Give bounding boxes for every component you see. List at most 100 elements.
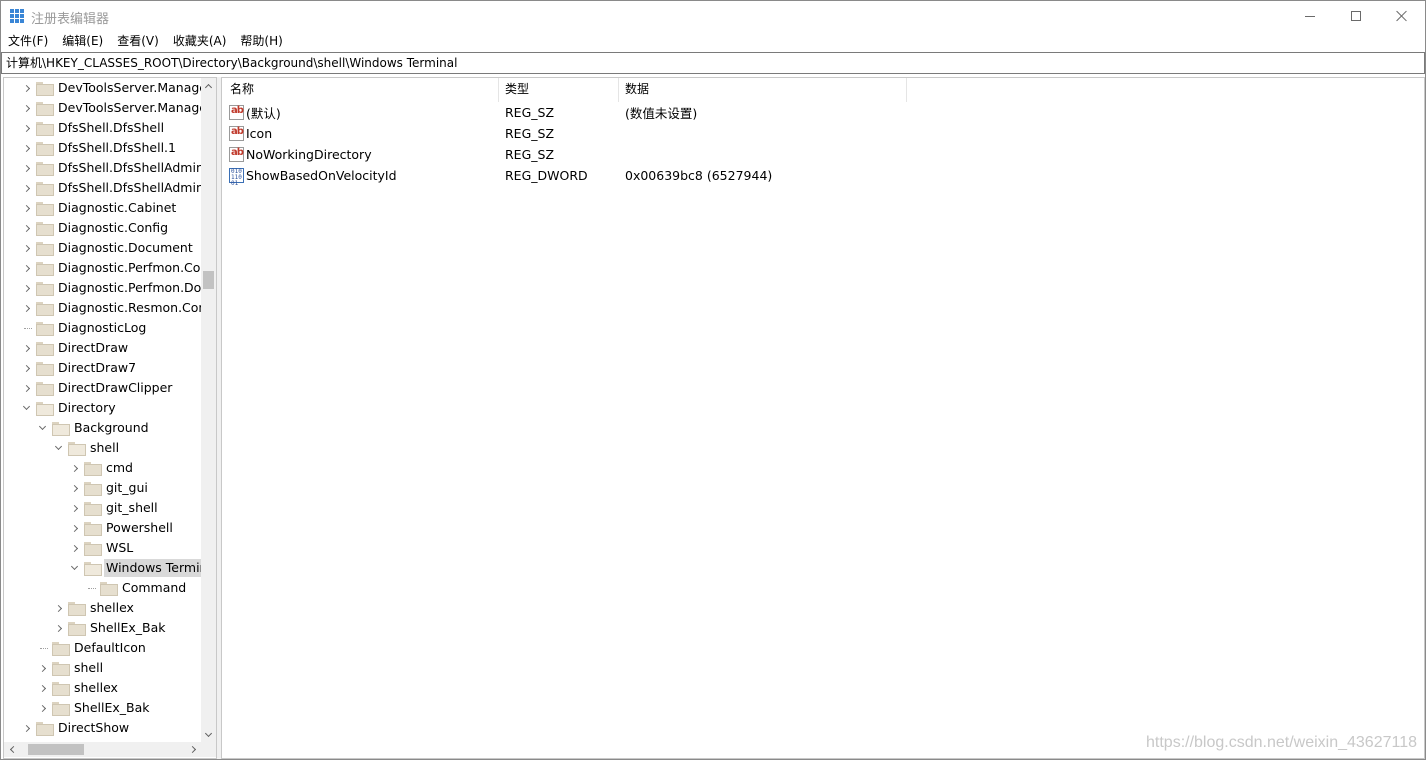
folder-icon — [36, 182, 54, 196]
collapse-arrow-icon[interactable] — [36, 418, 48, 438]
expand-arrow-icon[interactable] — [68, 538, 80, 558]
folder-icon — [52, 662, 70, 676]
tree-item-dfsshell-dfsshelladmin[interactable]: DfsShell.DfsShellAdmin — [4, 158, 201, 178]
tree-item-wsl[interactable]: WSL — [4, 538, 201, 558]
menu-edit[interactable]: 编辑(E) — [55, 31, 110, 51]
folder-icon — [84, 462, 102, 476]
tree-item-directdraw7[interactable]: DirectDraw7 — [4, 358, 201, 378]
expand-arrow-icon[interactable] — [20, 158, 32, 178]
tree-item-git-shell[interactable]: git_shell — [4, 498, 201, 518]
tree-item-directshow[interactable]: DirectShow — [4, 718, 201, 738]
column-header-type[interactable]: 类型 — [499, 78, 619, 102]
expand-arrow-icon[interactable] — [20, 378, 32, 398]
minimize-button[interactable] — [1287, 1, 1333, 31]
expand-arrow-icon[interactable] — [20, 78, 32, 98]
expand-arrow-icon[interactable] — [20, 138, 32, 158]
column-header-data[interactable]: 数据 — [619, 78, 907, 102]
tree-item-shellex[interactable]: shellex — [4, 678, 201, 698]
tree-item-devtoolsserver-managei[interactable]: DevToolsServer.ManageI — [4, 98, 201, 118]
value-name-cell: 010 110 01 ShowBasedOnVelocityId — [222, 168, 499, 187]
tree-item-dfsshell-dfsshell-1[interactable]: DfsShell.DfsShell.1 — [4, 138, 201, 158]
tree-item-diagnostic-perfmon-confi[interactable]: Diagnostic.Perfmon.Confi — [4, 258, 201, 278]
tree-item-shellex-bak[interactable]: ShellEx_Bak — [4, 618, 201, 638]
expand-arrow-icon[interactable] — [20, 358, 32, 378]
tree-item-diagnostic-perfmon-docu[interactable]: Diagnostic.Perfmon.Docu — [4, 278, 201, 298]
tree-item-devtoolsserver-managei[interactable]: DevToolsServer.ManageI — [4, 78, 201, 98]
tree-item-command[interactable]: Command — [4, 578, 201, 598]
tree-item-directdraw[interactable]: DirectDraw — [4, 338, 201, 358]
maximize-button[interactable] — [1333, 1, 1379, 31]
tree-item-windows-terminal[interactable]: Windows Terminal — [4, 558, 201, 578]
expand-arrow-icon[interactable] — [36, 698, 48, 718]
expand-arrow-icon[interactable] — [20, 718, 32, 738]
tree-item-shellex[interactable]: shellex — [4, 598, 201, 618]
values-list-pane[interactable]: 名称 类型 数据 ab (默认) REG_SZ (数值未设置) ab Icon … — [221, 77, 1425, 759]
expand-arrow-icon[interactable] — [52, 618, 64, 638]
key-tree-pane[interactable]: DevToolsServer.ManageI DevToolsServer.Man… — [3, 77, 217, 759]
collapse-arrow-icon[interactable] — [52, 438, 64, 458]
expand-arrow-icon[interactable] — [20, 258, 32, 278]
value-row[interactable]: ab Icon REG_SZ — [222, 123, 1422, 144]
collapse-arrow-icon[interactable] — [20, 398, 32, 418]
tree-item-directory[interactable]: Directory — [4, 398, 201, 418]
expand-arrow-icon[interactable] — [20, 178, 32, 198]
expand-arrow-icon[interactable] — [20, 278, 32, 298]
expand-arrow-icon[interactable] — [20, 238, 32, 258]
tree-vertical-scrollbar[interactable] — [201, 78, 216, 742]
scroll-down-button[interactable] — [201, 727, 216, 742]
tree-item-powershell[interactable]: Powershell — [4, 518, 201, 538]
expand-arrow-icon[interactable] — [20, 218, 32, 238]
tree-item-dfsshell-dfsshell[interactable]: DfsShell.DfsShell — [4, 118, 201, 138]
tree-item-dfsshell-dfsshelladmin-1[interactable]: DfsShell.DfsShellAdmin.1 — [4, 178, 201, 198]
folder-icon — [36, 162, 54, 176]
tree-item-diagnosticlog[interactable]: DiagnosticLog — [4, 318, 201, 338]
expand-arrow-icon[interactable] — [20, 298, 32, 318]
tree-item-label: cmd — [106, 460, 133, 475]
expand-arrow-icon[interactable] — [20, 198, 32, 218]
tree-horizontal-scrollbar[interactable] — [4, 742, 201, 757]
scroll-up-button[interactable] — [201, 78, 216, 93]
tree-item-diagnostic-resmon-confi[interactable]: Diagnostic.Resmon.Confi — [4, 298, 201, 318]
tree-item-cmd[interactable]: cmd — [4, 458, 201, 478]
key-tree[interactable]: DevToolsServer.ManageI DevToolsServer.Man… — [4, 78, 201, 742]
menu-favorites[interactable]: 收藏夹(A) — [166, 31, 234, 51]
value-row[interactable]: 010 110 01 ShowBasedOnVelocityId REG_DWORD… — [222, 165, 1422, 187]
tree-vertical-scroll-thumb[interactable] — [203, 271, 214, 289]
expand-arrow-icon[interactable] — [20, 338, 32, 358]
expand-arrow-icon[interactable] — [20, 98, 32, 118]
value-row[interactable]: ab (默认) REG_SZ (数值未设置) — [222, 102, 1422, 123]
scroll-left-button[interactable] — [4, 742, 19, 757]
tree-item-diagnostic-config[interactable]: Diagnostic.Config — [4, 218, 201, 238]
tree-item-shellex-bak[interactable]: ShellEx_Bak — [4, 698, 201, 718]
tree-item-label: DirectDrawClipper — [58, 380, 173, 395]
expand-arrow-icon[interactable] — [68, 458, 80, 478]
expand-arrow-icon[interactable] — [36, 658, 48, 678]
tree-item-git-gui[interactable]: git_gui — [4, 478, 201, 498]
expand-arrow-icon[interactable] — [20, 118, 32, 138]
address-bar[interactable]: 计算机\HKEY_CLASSES_ROOT\Directory\Backgrou… — [1, 52, 1425, 74]
tree-item-label: DirectDraw — [58, 340, 129, 355]
close-button[interactable] — [1379, 1, 1425, 31]
expand-arrow-icon[interactable] — [52, 598, 64, 618]
tree-item-shell[interactable]: shell — [4, 438, 201, 458]
tree-item-defaulticon[interactable]: DefaultIcon — [4, 638, 201, 658]
expand-arrow-icon[interactable] — [68, 478, 80, 498]
tree-horizontal-scroll-thumb[interactable] — [28, 744, 84, 755]
value-row[interactable]: ab NoWorkingDirectory REG_SZ — [222, 144, 1422, 165]
tree-item-background[interactable]: Background — [4, 418, 201, 438]
tree-item-diagnostic-document[interactable]: Diagnostic.Document — [4, 238, 201, 258]
tree-item-shell[interactable]: shell — [4, 658, 201, 678]
menu-view[interactable]: 查看(V) — [110, 31, 166, 51]
scroll-right-button[interactable] — [186, 742, 201, 757]
tree-item-diagnostic-cabinet[interactable]: Diagnostic.Cabinet — [4, 198, 201, 218]
expand-arrow-icon[interactable] — [68, 498, 80, 518]
menu-help[interactable]: 帮助(H) — [233, 31, 289, 51]
menu-file[interactable]: 文件(F) — [1, 31, 55, 51]
tree-item-directdrawclipper[interactable]: DirectDrawClipper — [4, 378, 201, 398]
folder-icon — [68, 622, 86, 636]
collapse-arrow-icon[interactable] — [68, 558, 80, 578]
expand-arrow-icon[interactable] — [68, 518, 80, 538]
expand-arrow-icon[interactable] — [36, 678, 48, 698]
title-bar[interactable]: 注册表编辑器 — [1, 1, 1425, 31]
column-header-name[interactable]: 名称 — [222, 78, 499, 102]
